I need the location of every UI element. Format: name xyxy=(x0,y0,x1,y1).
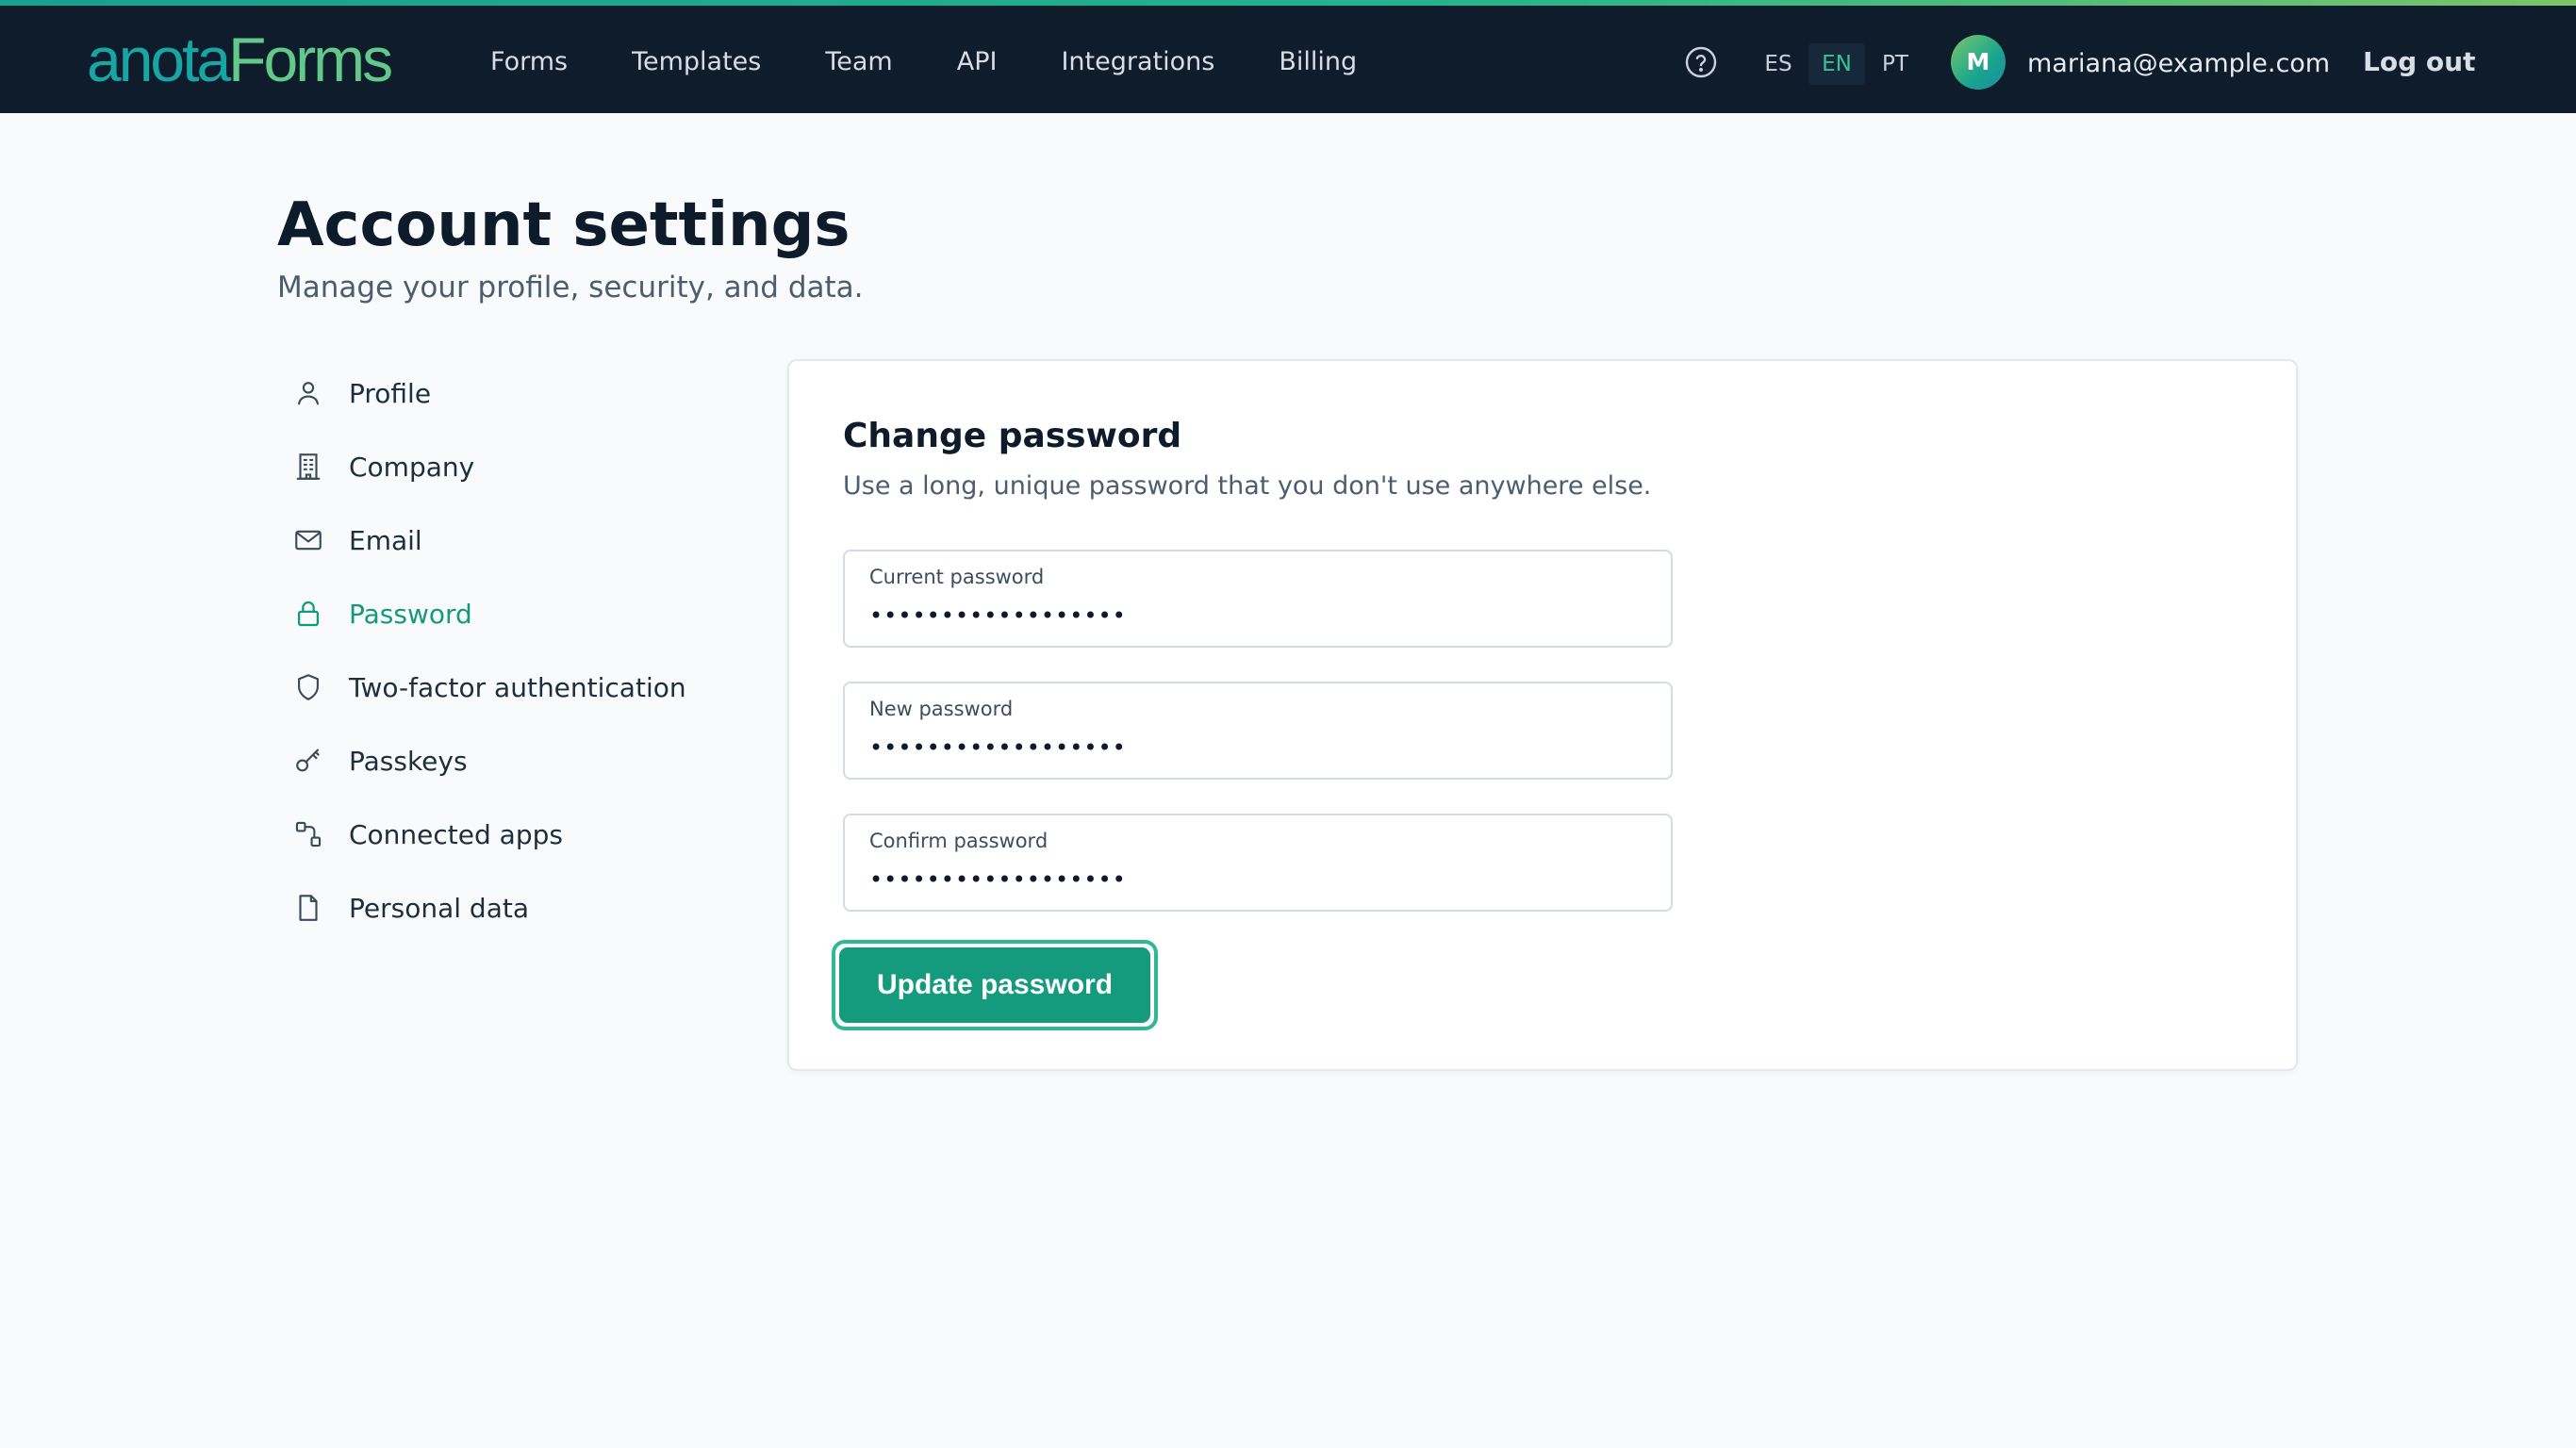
update-password-focus-ring: Update password xyxy=(832,940,1158,1030)
new-password-field[interactable]: New password xyxy=(843,682,1673,780)
sidebar-item-label: Two-factor authentication xyxy=(349,671,686,703)
sidebar-item-profile[interactable]: Profile xyxy=(292,356,745,430)
page-title: Account settings xyxy=(277,190,850,260)
building-icon xyxy=(292,444,338,489)
current-password-input[interactable] xyxy=(869,597,1643,634)
sidebar-item-label: Password xyxy=(349,598,472,630)
sidebar-item-label: Connected apps xyxy=(349,818,563,850)
nav-item-billing[interactable]: Billing xyxy=(1279,40,1357,85)
help-circle-icon[interactable] xyxy=(1684,45,1718,79)
sidebar-item-email[interactable]: Email xyxy=(292,503,745,577)
nav-item-api[interactable]: API xyxy=(957,40,998,85)
main-nav: Forms Templates Team API Integrations Bi… xyxy=(490,40,1421,85)
new-password-label: New password xyxy=(869,698,1014,720)
sidebar-item-company[interactable]: Company xyxy=(292,430,745,503)
shield-icon xyxy=(292,665,338,710)
current-password-label: Current password xyxy=(869,566,1045,588)
confirm-password-input[interactable] xyxy=(869,861,1643,898)
connected-apps-icon xyxy=(292,812,338,857)
new-password-input[interactable] xyxy=(869,729,1643,766)
nav-item-integrations[interactable]: Integrations xyxy=(1061,40,1214,85)
sidebar-item-label: Email xyxy=(349,524,422,556)
sidebar-item-password[interactable]: Password xyxy=(292,577,745,650)
nav-item-team[interactable]: Team xyxy=(825,40,892,85)
settings-sidebar: Profile Company Email Password Two-facto… xyxy=(292,356,745,945)
sidebar-item-label: Passkeys xyxy=(349,745,468,777)
page-subtitle: Manage your profile, security, and data. xyxy=(277,271,864,304)
nav-item-templates[interactable]: Templates xyxy=(632,40,761,85)
sidebar-item-connected-apps[interactable]: Connected apps xyxy=(292,798,745,871)
user-icon xyxy=(292,370,338,416)
language-es[interactable]: ES xyxy=(1756,43,1801,85)
language-en-active[interactable]: EN xyxy=(1808,43,1865,85)
sidebar-item-personal-data[interactable]: Personal data xyxy=(292,871,745,945)
change-password-card: Change password Use a long, unique passw… xyxy=(787,359,2298,1071)
language-pt[interactable]: PT xyxy=(1873,43,1918,85)
sidebar-item-passkeys[interactable]: Passkeys xyxy=(292,724,745,798)
sidebar-item-label: Company xyxy=(349,451,475,483)
nav-item-forms[interactable]: Forms xyxy=(490,40,568,85)
logo-part-anota: anota xyxy=(87,25,231,94)
sidebar-item-two-factor[interactable]: Two-factor authentication xyxy=(292,650,745,724)
lock-icon xyxy=(292,591,338,636)
avatar[interactable]: M xyxy=(1951,35,2006,90)
file-icon xyxy=(292,885,338,930)
confirm-password-field[interactable]: Confirm password xyxy=(843,814,1673,912)
logout-button[interactable]: Log out xyxy=(2363,40,2475,85)
logo-part-forms: Forms xyxy=(228,25,393,94)
card-title: Change password xyxy=(843,417,1182,455)
sidebar-item-label: Personal data xyxy=(349,892,529,924)
sidebar-item-label: Profile xyxy=(349,377,432,409)
top-navigation-bar: anotaForms Forms Templates Team API Inte… xyxy=(0,0,2576,113)
update-password-button[interactable]: Update password xyxy=(839,947,1150,1023)
key-icon xyxy=(292,738,338,783)
brand-logo[interactable]: anotaForms xyxy=(87,23,393,96)
current-password-field[interactable]: Current password xyxy=(843,550,1673,648)
mail-icon xyxy=(292,518,338,563)
user-email[interactable]: mariana@example.com xyxy=(2027,41,2330,87)
card-description: Use a long, unique password that you don… xyxy=(843,471,1652,501)
confirm-password-label: Confirm password xyxy=(869,830,1049,852)
